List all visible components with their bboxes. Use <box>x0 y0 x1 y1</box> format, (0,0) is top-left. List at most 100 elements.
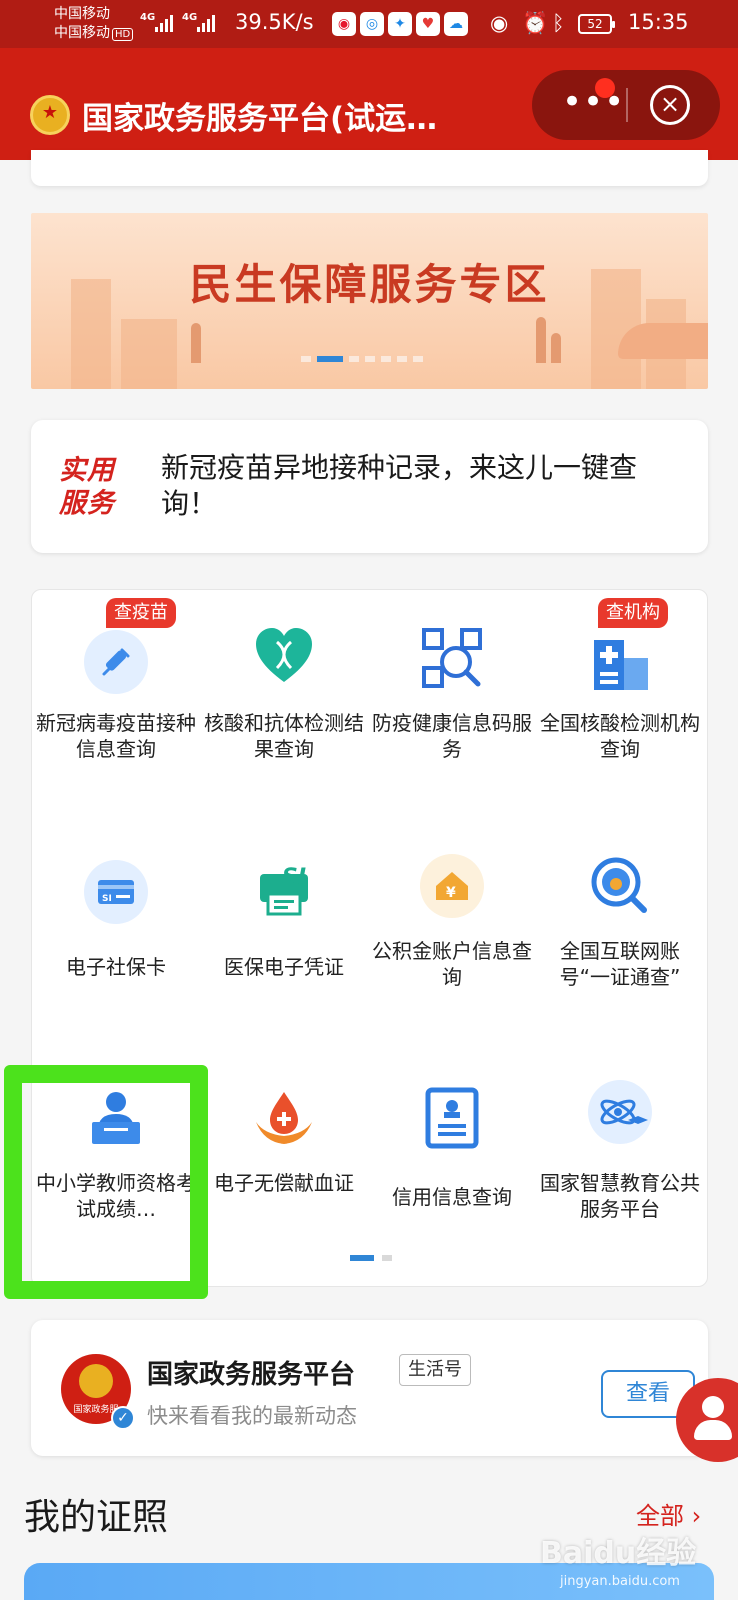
credit-document-icon <box>420 1086 484 1150</box>
account-search-icon <box>588 854 652 918</box>
social-security-card-icon: SI <box>84 860 148 924</box>
service-label: 电子社保卡 <box>66 955 166 979</box>
medical-insurance-icon: SI <box>252 854 316 918</box>
service-item-account-check[interactable]: 全国互联网账号“一证通查” <box>536 840 704 1040</box>
service-item-nucleic-acid[interactable]: 核酸和抗体检测结果查询 <box>200 610 368 810</box>
svg-text:SI: SI <box>282 865 306 890</box>
vaccine-badge: 查疫苗 <box>106 598 176 628</box>
service-item-smart-education[interactable]: 国家智慧教育公共服务平台 <box>536 1070 704 1270</box>
previous-card <box>31 150 708 186</box>
bluetooth-icon: ᛒ <box>552 11 565 35</box>
svg-text:¥: ¥ <box>446 885 456 901</box>
hd-badge: HD <box>112 28 134 41</box>
watermark: Baidu经验 <box>540 1536 697 1571</box>
signal-bars-2-icon <box>197 14 215 32</box>
service-label: 防疫健康信息码服务 <box>372 711 532 761</box>
service-label: 信用信息查询 <box>392 1185 512 1209</box>
national-emblem-icon <box>30 95 70 135</box>
signal-label-1: 4G <box>140 12 156 23</box>
hospital-icon <box>588 630 652 694</box>
service-item-health-code[interactable]: 防疫健康信息码服务 <box>368 610 536 810</box>
carrier-info: 中国移动 中国移动 HD <box>54 5 134 44</box>
institution-badge: 查机构 <box>598 598 668 628</box>
notice-tag: 实用服务 <box>59 455 115 519</box>
smart-education-icon <box>588 1080 652 1144</box>
person-icon <box>702 1396 724 1418</box>
weibo-app-icon: ◉ <box>332 12 356 36</box>
more-options-icon[interactable]: ••• <box>562 85 625 119</box>
service-item-test-institution[interactable]: 全国核酸检测机构查询 <box>536 610 704 810</box>
service-item-social-security-card[interactable]: SI 电子社保卡 <box>32 840 200 1040</box>
browser-app-icon: ◎ <box>360 12 384 36</box>
carousel-dot <box>349 356 359 362</box>
carousel-dot <box>365 356 375 362</box>
banner-carousel[interactable]: 民生保障服务专区 <box>31 213 708 389</box>
notice-text: 新冠疫苗异地接种记录，来这儿一键查询！ <box>161 451 638 520</box>
service-label: 医保电子凭证 <box>224 955 344 979</box>
syringe-icon <box>84 630 148 694</box>
page-dot <box>382 1255 392 1261</box>
alarm-icon: ⏰ <box>522 11 549 35</box>
service-item-housing-fund[interactable]: ¥ 公积金账户信息查询 <box>368 840 536 1040</box>
svg-text:SI: SI <box>102 894 112 904</box>
bulb-app-icon: ✦ <box>388 12 412 36</box>
notification-dot <box>595 78 615 98</box>
person-decoration <box>551 333 561 363</box>
service-label: 国家智慧教育公共服务平台 <box>540 1171 700 1221</box>
life-account-tag: 生活号 <box>399 1354 471 1386</box>
service-label: 电子无偿献血证 <box>214 1171 354 1195</box>
person-decoration <box>191 323 201 363</box>
status-bar: 中国移动 中国移动 HD 4G 4G 39.5K/s ◉ ◎ ✦ ♥ ☁ ◉ ⏰ … <box>0 0 738 48</box>
service-label: 核酸和抗体检测结果查询 <box>204 711 364 761</box>
building-decoration <box>121 319 177 389</box>
carrier-1: 中国移动 <box>54 6 110 22</box>
carousel-dot <box>397 356 407 362</box>
verified-check-icon: ✓ <box>111 1406 135 1430</box>
signal-bars-1-icon <box>155 14 173 32</box>
carousel-indicator <box>301 356 423 362</box>
section-title: 我的证照 <box>24 1497 169 1538</box>
carrier-2: 中国移动 <box>54 25 110 41</box>
practical-service-notice[interactable]: 实用服务 新冠疫苗异地接种记录，来这儿一键查询！ <box>31 420 708 553</box>
capsule-divider <box>626 88 628 122</box>
housing-fund-icon: ¥ <box>420 854 484 918</box>
carousel-dot <box>301 356 311 362</box>
service-label: 全国互联网账号“一证通查” <box>559 939 681 989</box>
banner-title: 民生保障服务专区 <box>189 260 550 309</box>
signal-label-2: 4G <box>182 12 198 23</box>
service-item-credit-info[interactable]: 信用信息查询 <box>368 1070 536 1270</box>
train-decoration <box>618 323 708 359</box>
service-item-medical-insurance[interactable]: SI 医保电子凭证 <box>200 840 368 1040</box>
eye-icon: ◉ <box>490 11 509 35</box>
person-decoration <box>536 317 546 363</box>
service-item-blood-donation[interactable]: 电子无偿献血证 <box>200 1070 368 1270</box>
qr-scan-icon <box>420 626 484 690</box>
carousel-dot <box>381 356 391 362</box>
page-title: 国家政务服务平台(试运… <box>82 101 438 137</box>
life-account-name: 国家政务服务平台 <box>147 1360 356 1390</box>
clock: 15:35 <box>628 10 689 34</box>
miniapp-capsule: ••• × <box>532 70 720 140</box>
highlight-box <box>4 1065 208 1299</box>
watermark-url: jingyan.baidu.com <box>560 1574 680 1589</box>
service-label: 全国核酸检测机构查询 <box>540 711 700 761</box>
carousel-dot-active <box>317 356 343 362</box>
network-speed: 39.5K/s <box>235 10 314 34</box>
life-account-subtitle: 快来看看我的最新动态 <box>147 1404 357 1428</box>
service-item-vaccine[interactable]: 新冠病毒疫苗接种信息查询 <box>32 610 200 810</box>
emblem-icon <box>79 1364 113 1398</box>
service-label: 公积金账户信息查询 <box>372 939 532 989</box>
service-label: 新冠病毒疫苗接种信息查询 <box>36 711 196 761</box>
dna-heart-icon <box>252 624 316 688</box>
carousel-dot <box>413 356 423 362</box>
life-account-card[interactable]: 国家政务服 ✓ 国家政务服务平台 生活号 快来看看我的最新动态 查看 <box>31 1320 708 1456</box>
view-all-link[interactable]: 全部 › <box>636 1496 701 1531</box>
weather-app-icon: ☁ <box>444 12 468 36</box>
close-icon[interactable]: × <box>650 85 690 125</box>
blood-donation-icon <box>252 1086 316 1150</box>
heart-app-icon: ♥ <box>416 12 440 36</box>
page-dot-active <box>350 1255 374 1261</box>
person-icon-body <box>694 1420 732 1440</box>
battery-indicator: 52 <box>578 14 615 34</box>
grid-page-indicator <box>350 1255 392 1261</box>
